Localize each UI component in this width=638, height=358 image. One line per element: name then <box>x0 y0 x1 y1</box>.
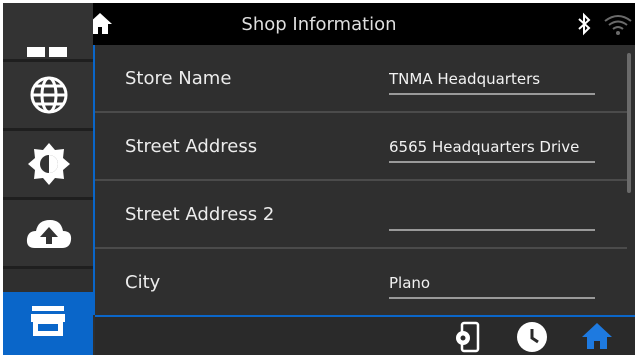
field-label: City <box>125 272 161 293</box>
page-title: Shop Information <box>241 14 397 35</box>
sidebar-divider <box>3 266 93 269</box>
home-icon[interactable] <box>581 322 613 350</box>
user-icon <box>27 47 67 57</box>
sidebar-item-user[interactable] <box>3 3 93 59</box>
bottom-bar <box>95 315 635 355</box>
sidebar-item-display[interactable] <box>3 131 93 197</box>
bluetooth-icon <box>578 12 591 36</box>
brightness-icon <box>28 143 70 185</box>
shop-info-form: Store Name TNMA Headquarters Street Addr… <box>95 45 635 315</box>
device-screen: Shop Information Store Name TNMA Headqua… <box>3 3 635 355</box>
form-row-street-address-2[interactable]: Street Address 2 <box>95 181 627 247</box>
scrollbar[interactable] <box>627 53 631 193</box>
wifi-icon <box>604 15 632 35</box>
form-row-store-name[interactable]: Store Name TNMA Headquarters <box>95 45 627 111</box>
history-clock-icon[interactable] <box>516 321 548 353</box>
sidebar-item-shop[interactable] <box>3 292 93 355</box>
field-label: Street Address 2 <box>125 204 275 225</box>
city-field[interactable]: Plano <box>389 269 595 299</box>
street-address-2-field[interactable] <box>389 201 595 231</box>
top-bar: Shop Information <box>3 3 635 45</box>
device-settings-icon[interactable] <box>453 321 481 353</box>
field-label: Street Address <box>125 136 258 157</box>
field-label: Store Name <box>125 68 232 89</box>
form-row-city[interactable]: City Plano <box>95 249 627 315</box>
street-address-field[interactable]: 6565 Headquarters Drive <box>389 133 595 163</box>
form-row-street-address[interactable]: Street Address 6565 Headquarters Drive <box>95 113 627 179</box>
globe-icon <box>30 76 68 114</box>
shop-icon <box>31 306 65 336</box>
sidebar-item-language[interactable] <box>3 62 93 128</box>
cloud-upload-icon <box>26 220 72 248</box>
store-name-field[interactable]: TNMA Headquarters <box>389 65 595 95</box>
sidebar-item-cloud[interactable] <box>3 200 93 266</box>
sidebar <box>3 3 95 355</box>
